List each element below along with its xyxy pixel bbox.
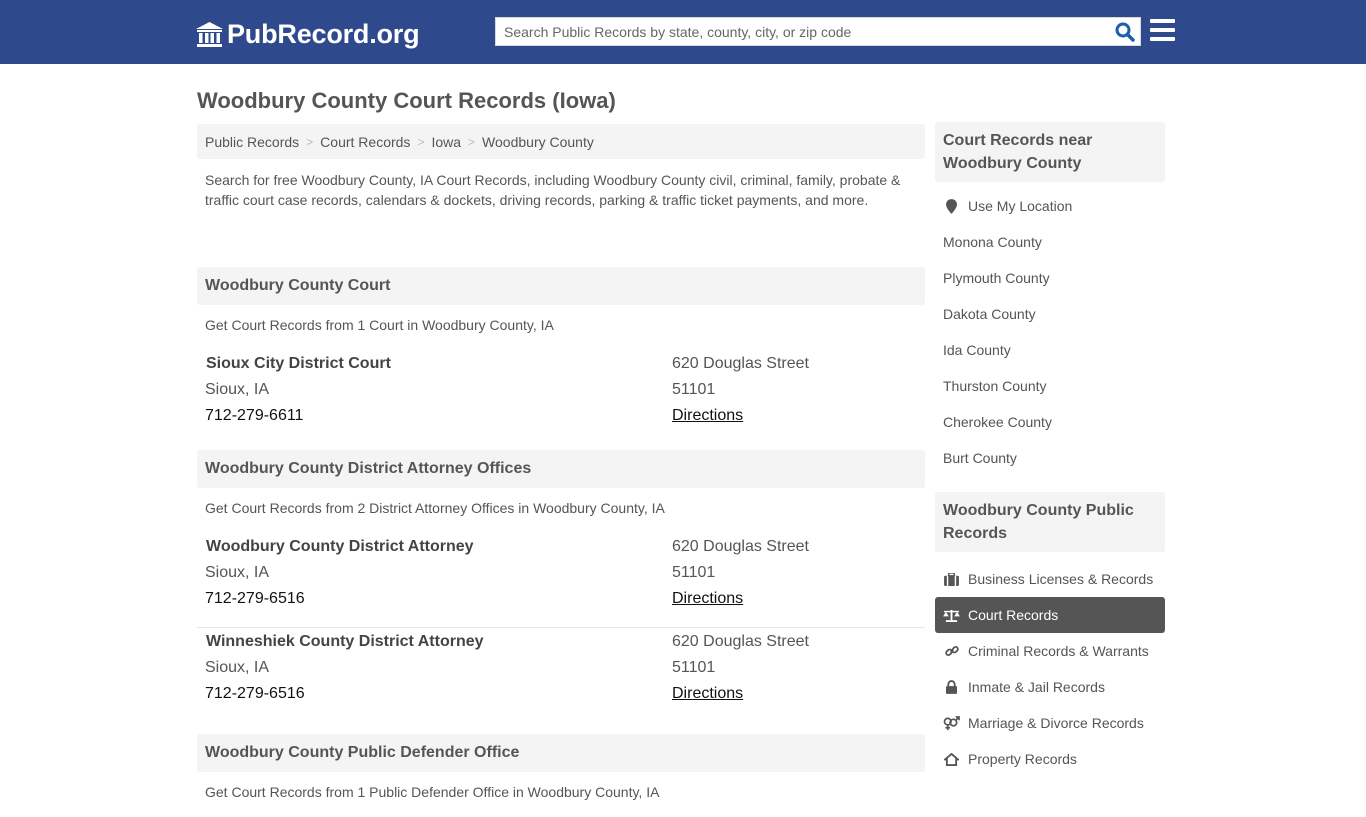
gender-icon bbox=[943, 715, 960, 731]
nearby-county-link[interactable]: Plymouth County bbox=[935, 260, 1165, 296]
sidebar-item-label: Property Records bbox=[968, 751, 1077, 767]
breadcrumb-court-records[interactable]: Court Records bbox=[320, 134, 410, 150]
listing-phone[interactable]: 712-279-6611 bbox=[205, 407, 303, 425]
listing-zip: 51101 bbox=[672, 564, 716, 581]
section-heading-public-defender: Woodbury County Public Defender Office bbox=[197, 734, 925, 772]
lock-icon bbox=[943, 679, 960, 695]
sidebar-item-label: Court Records bbox=[968, 607, 1059, 623]
listing-phone[interactable]: 712-279-6516 bbox=[205, 685, 305, 703]
hamburger-menu-icon-bar bbox=[1150, 28, 1175, 32]
map-marker-icon bbox=[943, 198, 960, 214]
listing-city: Sioux, IA bbox=[205, 659, 270, 676]
listing-street: 620 Douglas Street bbox=[672, 538, 809, 555]
listing-name: Sioux City District Court bbox=[206, 355, 391, 372]
search-input[interactable] bbox=[496, 18, 1106, 45]
listing-item: Winneshiek County District Attorney Siou… bbox=[197, 628, 925, 734]
nearby-county-link[interactable]: Cherokee County bbox=[935, 404, 1165, 440]
intro-text: Search for free Woodbury County, IA Cour… bbox=[205, 172, 901, 208]
listing-city: Sioux, IA bbox=[205, 381, 270, 398]
listing-name: Winneshiek County District Attorney bbox=[206, 633, 484, 650]
site-logo[interactable]: PubRecord.org bbox=[195, 17, 420, 51]
breadcrumb: Public Records > Court Records > Iowa > … bbox=[197, 124, 925, 159]
breadcrumb-iowa[interactable]: Iowa bbox=[431, 134, 461, 150]
breadcrumb-separator: > bbox=[306, 134, 314, 149]
sidebar-item-inmate-records[interactable]: Inmate & Jail Records bbox=[935, 669, 1165, 705]
section-subtitle: Get Court Records from 1 Court in Woodbu… bbox=[205, 317, 554, 333]
section-heading-court: Woodbury County Court bbox=[197, 267, 925, 305]
hamburger-menu-icon bbox=[1150, 19, 1175, 23]
hamburger-menu-icon-bar bbox=[1150, 37, 1175, 41]
hamburger-menu-button[interactable] bbox=[1150, 19, 1175, 42]
sidebar-item-court-records[interactable]: Court Records bbox=[935, 597, 1165, 633]
top-navigation-bar: PubRecord.org bbox=[0, 0, 1366, 64]
listing-street: 620 Douglas Street bbox=[672, 633, 809, 650]
listing-name: Woodbury County District Attorney bbox=[206, 538, 474, 555]
main-content: Public Records > Court Records > Iowa > … bbox=[197, 124, 925, 817]
section-subtitle: Get Court Records from 2 District Attorn… bbox=[205, 500, 665, 516]
listing-item: Sioux City District Court Sioux, IA 712-… bbox=[197, 350, 925, 450]
balance-scale-icon bbox=[943, 607, 960, 623]
home-icon bbox=[943, 751, 960, 767]
sidebar-item-business-licenses[interactable]: Business Licenses & Records bbox=[935, 561, 1165, 597]
directions-link[interactable]: Directions bbox=[672, 407, 743, 425]
directions-link[interactable]: Directions bbox=[672, 590, 743, 608]
search-box bbox=[495, 17, 1141, 46]
breadcrumb-separator: > bbox=[468, 134, 476, 149]
nearby-county-list: Use My Location Monona County Plymouth C… bbox=[935, 182, 1165, 488]
directions-link[interactable]: Directions bbox=[672, 685, 743, 703]
section-heading-district-attorney: Woodbury County District Attorney Office… bbox=[197, 450, 925, 488]
nearby-county-link[interactable]: Burt County bbox=[935, 440, 1165, 476]
nearby-county-link[interactable]: Ida County bbox=[935, 332, 1165, 368]
sidebar-heading-nearby: Court Records near Woodbury County bbox=[935, 122, 1165, 182]
nearby-county-link[interactable]: Dakota County bbox=[935, 296, 1165, 332]
search-icon bbox=[1115, 22, 1135, 42]
courthouse-icon bbox=[196, 21, 223, 47]
sidebar: Court Records near Woodbury County Use M… bbox=[935, 122, 1165, 789]
search-button[interactable] bbox=[1114, 21, 1136, 43]
listing-city: Sioux, IA bbox=[205, 564, 270, 581]
sidebar-heading-public-records: Woodbury County Public Records bbox=[935, 492, 1165, 552]
listing-zip: 51101 bbox=[672, 659, 716, 676]
breadcrumb-woodbury-county[interactable]: Woodbury County bbox=[482, 134, 594, 150]
page-title: Woodbury County Court Records (Iowa) bbox=[197, 88, 616, 113]
breadcrumb-separator: > bbox=[417, 134, 425, 149]
sidebar-item-label: Marriage & Divorce Records bbox=[968, 715, 1144, 731]
use-my-location-label: Use My Location bbox=[968, 198, 1073, 214]
nearby-county-link[interactable]: Thurston County bbox=[935, 368, 1165, 404]
public-records-list: Business Licenses & Records Court Record… bbox=[935, 552, 1165, 789]
sidebar-item-label: Business Licenses & Records bbox=[968, 571, 1154, 587]
listing-street: 620 Douglas Street bbox=[672, 355, 809, 372]
sidebar-item-label: Inmate & Jail Records bbox=[968, 679, 1105, 695]
listing-item: Woodbury County District Attorney Sioux,… bbox=[197, 533, 925, 628]
briefcase-icon bbox=[943, 571, 960, 587]
nearby-county-link[interactable]: Monona County bbox=[935, 224, 1165, 260]
listing-zip: 51101 bbox=[672, 381, 716, 398]
sidebar-item-criminal-records[interactable]: Criminal Records & Warrants bbox=[935, 633, 1165, 669]
link-icon bbox=[943, 643, 960, 659]
breadcrumb-public-records[interactable]: Public Records bbox=[205, 134, 299, 150]
sidebar-item-label: Criminal Records & Warrants bbox=[968, 643, 1149, 659]
logo-text: PubRecord.org bbox=[227, 19, 420, 49]
sidebar-item-property-records[interactable]: Property Records bbox=[935, 741, 1165, 777]
listing-phone[interactable]: 712-279-6516 bbox=[205, 590, 305, 608]
section-subtitle: Get Court Records from 1 Public Defender… bbox=[205, 784, 660, 800]
use-my-location-link[interactable]: Use My Location bbox=[935, 188, 1165, 224]
sidebar-item-marriage-records[interactable]: Marriage & Divorce Records bbox=[935, 705, 1165, 741]
